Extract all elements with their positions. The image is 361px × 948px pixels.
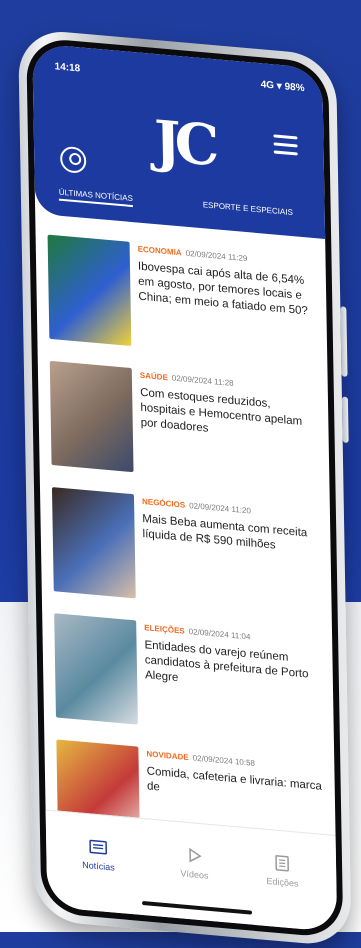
app-screen: 14:18 4G ▾ 98% JC ÚLTIMAS NOTÍCIAS ESPOR…: [32, 43, 338, 933]
nav-videos[interactable]: Vídeos: [154, 844, 235, 883]
nav-noticias[interactable]: Notícias: [58, 836, 139, 875]
news-headline: Ibovespa cai após alta de 6,54% em agost…: [137, 260, 308, 318]
news-headline: Com estoques reduzidos, hospitais e Hemo…: [140, 386, 303, 435]
news-category: NOVIDADE: [146, 749, 189, 763]
status-time: 14:18: [54, 61, 81, 75]
nav-label: Notícias: [82, 859, 115, 873]
news-datetime: 02/09/2024 11:20: [189, 501, 251, 516]
news-datetime: 02/09/2024 11:28: [171, 373, 234, 388]
news-thumbnail: [51, 487, 136, 599]
news-thumbnail: [49, 360, 134, 473]
tab-ultimas-noticias[interactable]: ÚLTIMAS NOTÍCIAS: [58, 187, 134, 208]
news-category: ELEIÇÕES: [144, 623, 185, 636]
phone-bezel: 14:18 4G ▾ 98% JC ÚLTIMAS NOTÍCIAS ESPOR…: [26, 36, 344, 939]
news-item[interactable]: NEGÓCIOS 02/09/2024 11:20 Mais Beba aumen…: [51, 487, 322, 637]
document-icon: [275, 855, 289, 872]
news-headline: Entidades do varejo reúnem candidatos à …: [144, 639, 309, 685]
brand-logo[interactable]: JC: [153, 106, 214, 181]
news-category: SAÚDE: [139, 370, 168, 383]
home-indicator: [142, 901, 253, 915]
news-datetime: 02/09/2024 11:04: [188, 627, 251, 642]
section-tabs: ÚLTIMAS NOTÍCIAS ESPORTE E ESPECIAIS: [53, 187, 315, 232]
nav-label: Edições: [266, 875, 299, 889]
menu-icon[interactable]: [273, 134, 298, 158]
side-button: [341, 396, 349, 444]
newspaper-icon: [89, 839, 107, 855]
news-item[interactable]: ECONOMIA 02/09/2024 11:29 Ibovespa cai ap…: [47, 234, 318, 385]
account-icon[interactable]: [59, 145, 87, 175]
app-header: 14:18 4G ▾ 98% JC ÚLTIMAS NOTÍCIAS ESPOR…: [32, 43, 326, 239]
tab-esporte-especiais[interactable]: ESPORTE E ESPECIAIS: [203, 200, 293, 217]
nav-edicoes[interactable]: Edições: [242, 852, 323, 891]
status-bar: 14:18 4G ▾ 98%: [54, 61, 305, 94]
news-category: ECONOMIA: [137, 244, 182, 258]
news-thumbnail: [54, 613, 138, 725]
nav-label: Vídeos: [180, 868, 209, 881]
play-icon: [189, 847, 202, 863]
news-datetime: 02/09/2024 11:29: [185, 248, 248, 264]
news-item[interactable]: SAÚDE 02/09/2024 11:28 Com estoques reduz…: [49, 360, 320, 511]
status-indicators: 4G ▾ 98%: [260, 79, 305, 95]
news-category: NEGÓCIOS: [141, 496, 186, 510]
news-datetime: 02/09/2024 10:58: [192, 753, 256, 768]
phone-frame: 14:18 4G ▾ 98% JC ÚLTIMAS NOTÍCIAS ESPOR…: [18, 28, 352, 948]
news-feed: ECONOMIA 02/09/2024 11:29 Ibovespa cai ap…: [47, 234, 327, 890]
news-item[interactable]: ELEIÇÕES 02/09/2024 11:04 Entidades do va…: [54, 613, 324, 763]
side-button: [340, 306, 348, 377]
news-thumbnail: [47, 234, 132, 346]
